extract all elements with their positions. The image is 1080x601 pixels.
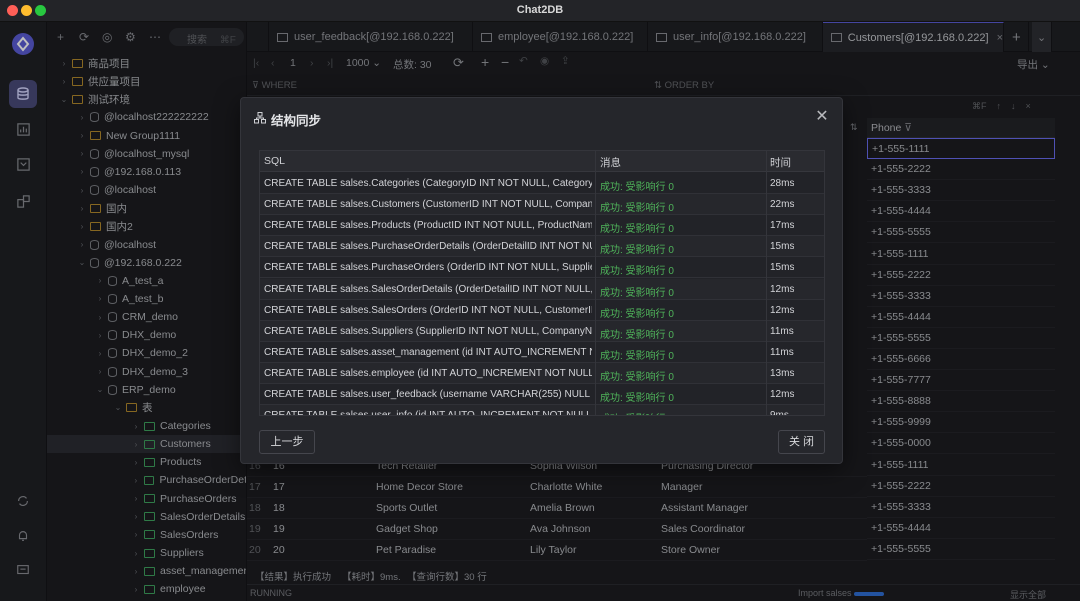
sql-cell: CREATE TABLE salses.PurchaseOrderDetails… [264,241,592,253]
column-header-time: 时间 [770,157,791,169]
sql-cell: CREATE TABLE salses.user_feedback (usern… [264,389,592,400]
sql-cell: CREATE TABLE salses.SalesOrderDetails (O… [264,283,592,295]
message-cell: 成功: 受影响行 0 [600,245,674,257]
app-title: Chat2DB [516,4,564,16]
close-icon[interactable]: ✕ [813,108,831,126]
app-window: Chat2DB + ⟳ ◎ ⚙ ⋯ 搜索 ⌘F › 商品项目 › 供应量项目 ⌄… [0,0,1080,601]
sql-cell: CREATE TABLE salses.Products (ProductID … [264,220,592,232]
message-cell: 成功: 受影响行 0 [600,371,674,383]
message-cell: 成功: 受影响行 0 [600,266,674,278]
title-bar: Chat2DB [0,0,1080,22]
message-cell: 成功: 受影响行 0 [600,410,674,415]
time-cell: 28ms [770,178,795,189]
table-row[interactable]: CREATE TABLE salses.PurchaseOrderDetails… [260,236,824,258]
time-cell: 15ms [770,241,795,253]
sql-cell: CREATE TABLE salses.Suppliers (SupplierI… [264,325,592,337]
sql-cell: CREATE TABLE salses.employee (id INT AUT… [264,367,592,379]
previous-step-button[interactable]: 上一步 [259,430,315,454]
message-cell: 成功: 受影响行 0 [600,393,674,404]
table-row[interactable]: CREATE TABLE salses.employee (id INT AUT… [260,362,824,384]
table-row[interactable]: CREATE TABLE salses.user_feedback (usern… [260,384,824,405]
sql-cell: CREATE TABLE salses.SalesOrders (OrderID… [264,304,592,316]
message-cell: 成功: 受影响行 0 [600,329,674,341]
table-row[interactable]: CREATE TABLE salses.user_info (id INT AU… [260,405,824,416]
message-cell: 成功: 受影响行 0 [600,350,674,362]
sync-result-table: SQL 消息 时间 CREATE TABLE salses.Categories… [259,150,825,416]
column-divider [766,151,767,415]
table-row[interactable]: CREATE TABLE salses.PurchaseOrders (Orde… [260,257,824,279]
message-cell: 成功: 受影响行 0 [600,224,674,236]
table-row[interactable]: CREATE TABLE salses.asset_management (id… [260,342,824,363]
time-cell: 12ms [770,283,795,295]
time-cell: 13ms [770,367,795,379]
table-row[interactable]: CREATE TABLE salses.Customers (CustomerI… [260,194,824,216]
table-row[interactable]: CREATE TABLE salses.Categories (Category… [260,173,824,194]
time-cell: 15ms [770,262,795,274]
close-button[interactable]: 关 闭 [778,430,825,454]
time-cell: 12ms [770,389,795,400]
message-cell: 成功: 受影响行 0 [600,308,674,320]
table-row[interactable]: CREATE TABLE salses.SalesOrderDetails (O… [260,278,824,300]
dialog-title: 结构同步 [271,114,322,128]
sql-cell: CREATE TABLE salses.user_info (id INT AU… [264,410,592,416]
structure-sync-dialog: 结构同步 ✕ SQL 消息 时间 CREATE TABLE salses.Cat… [240,97,843,464]
sql-cell: CREATE TABLE salses.Customers (CustomerI… [264,199,592,211]
sql-cell: CREATE TABLE salses.PurchaseOrders (Orde… [264,262,592,274]
sync-structure-icon [254,112,266,124]
time-cell: 12ms [770,304,795,316]
column-header-sql: SQL [264,155,286,167]
time-cell: 9ms [770,410,789,416]
time-cell: 17ms [770,220,795,232]
table-row[interactable]: CREATE TABLE salses.Products (ProductID … [260,215,824,237]
table-row[interactable]: CREATE TABLE salses.Suppliers (SupplierI… [260,320,824,342]
sql-cell: CREATE TABLE salses.asset_management (id… [264,346,592,358]
time-cell: 22ms [770,199,795,211]
message-cell: 成功: 受影响行 0 [600,182,674,193]
message-cell: 成功: 受影响行 0 [600,203,674,215]
time-cell: 11ms [770,325,794,337]
table-row[interactable]: CREATE TABLE salses.SalesOrders (OrderID… [260,300,824,321]
table-header: SQL 消息 时间 [260,151,824,172]
column-header-message: 消息 [600,157,621,169]
column-divider [595,151,596,415]
sql-cell: CREATE TABLE salses.Categories (Category… [264,178,592,189]
message-cell: 成功: 受影响行 0 [600,287,674,299]
time-cell: 11ms [770,346,794,358]
